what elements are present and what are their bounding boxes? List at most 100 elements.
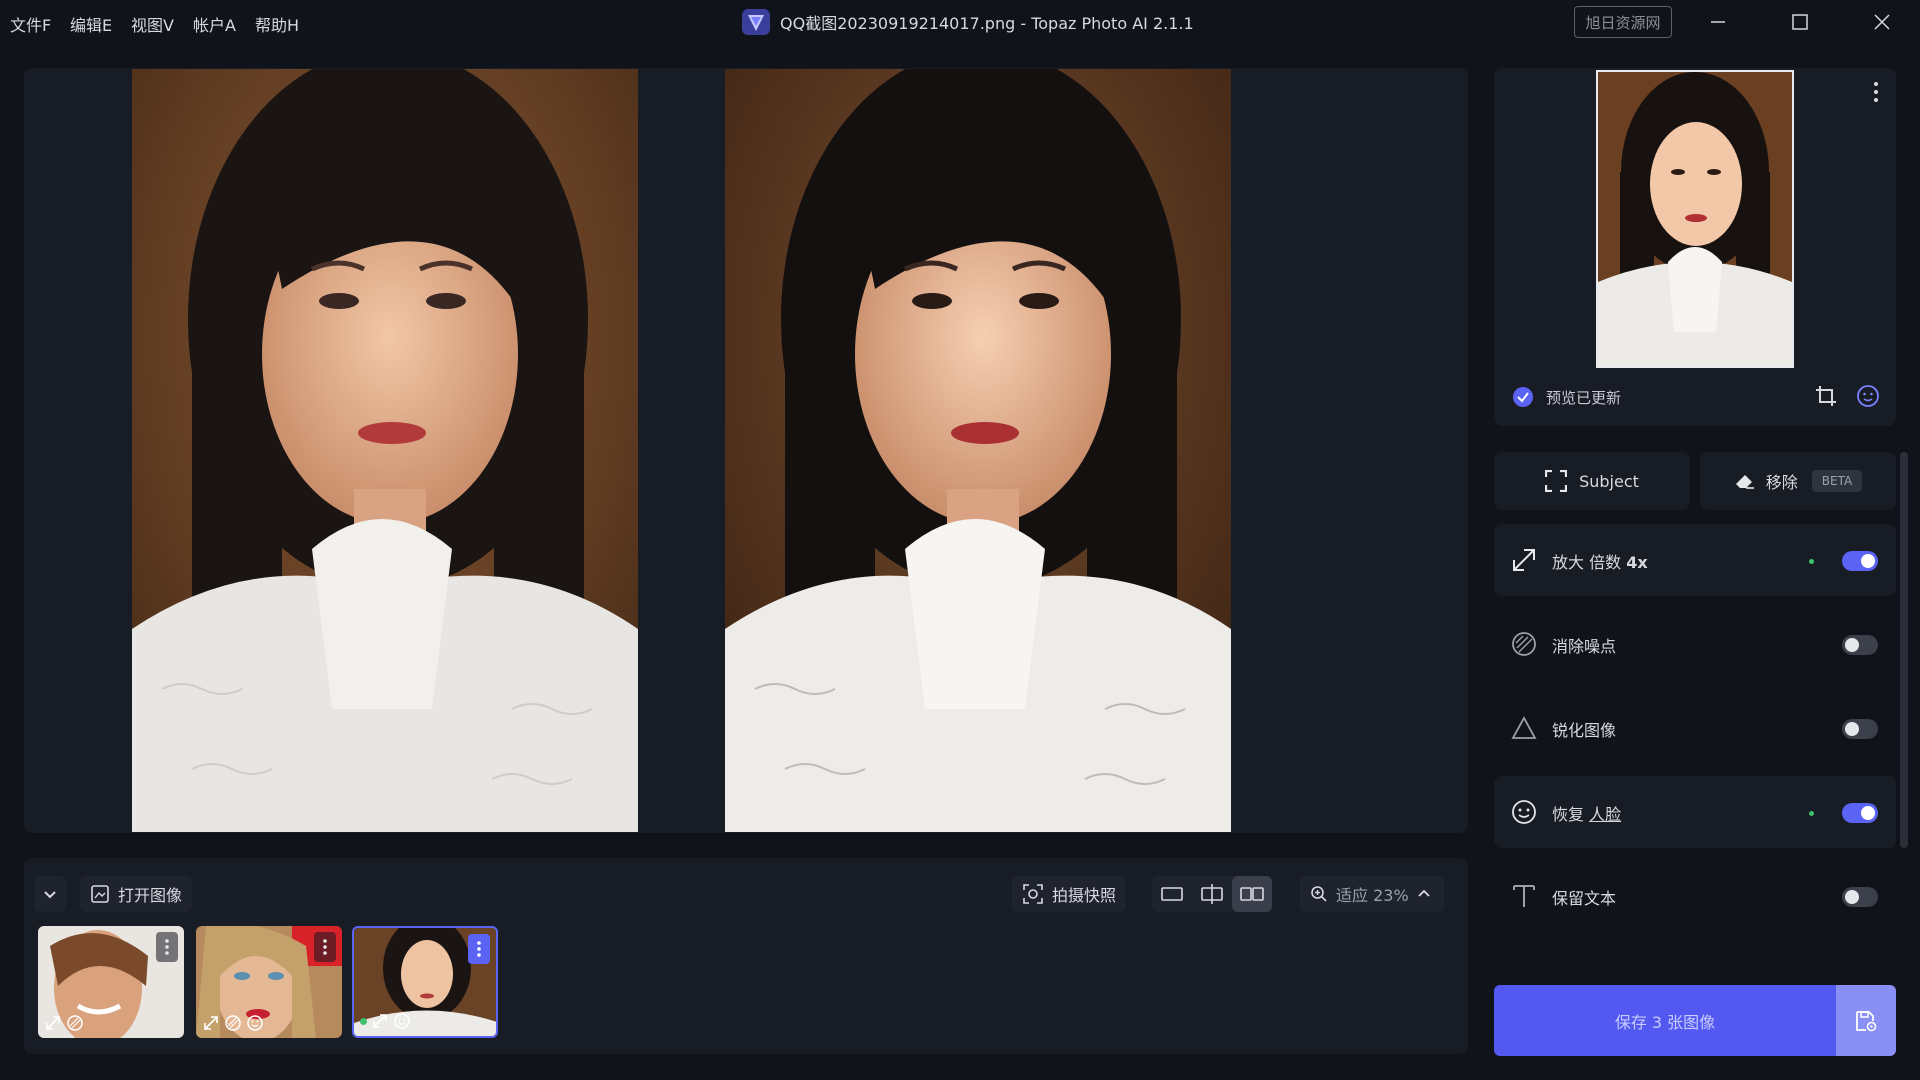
subject-label: Subject: [1579, 471, 1639, 491]
sharpen-label: 锐化图像: [1552, 721, 1617, 740]
single-view-button[interactable]: [1152, 876, 1192, 912]
minimize-icon: [1711, 21, 1725, 23]
navigator-thumbnail[interactable]: [1596, 70, 1794, 368]
face-icon: [1857, 385, 1879, 407]
more-vertical-icon: [323, 939, 327, 955]
active-dot: [360, 1017, 367, 1025]
maximize-button[interactable]: [1770, 4, 1830, 40]
title-bar: 文件F 编辑E 视图V 帐户A 帮助H QQ截图20230919214017.p…: [0, 0, 1920, 44]
denoise-icon: [225, 1015, 241, 1031]
crop-button[interactable]: [1814, 384, 1838, 412]
save-options-button[interactable]: [1836, 985, 1896, 1056]
filmstrip-bar: 打开图像 拍摄快照 适应 23%: [24, 858, 1468, 1054]
preview-status: 预览已更新: [1512, 386, 1621, 408]
more-vertical-icon: [165, 939, 169, 955]
navigator-panel: 预览已更新: [1494, 68, 1896, 426]
thumbnail-2[interactable]: [196, 926, 342, 1038]
navigator-image: [1598, 72, 1792, 366]
view-mode-group: [1152, 876, 1272, 912]
topaz-logo-icon: [742, 9, 770, 35]
face-icon: [247, 1015, 263, 1031]
split-view-button[interactable]: [1192, 876, 1232, 912]
denoise-icon: [67, 1015, 83, 1031]
split-view-icon: [1201, 884, 1223, 904]
collapse-filmstrip-button[interactable]: [34, 876, 66, 912]
menu-account[interactable]: 帐户A: [193, 12, 236, 36]
text-icon: [1513, 885, 1535, 907]
portrait-enhanced-graphic: [725, 69, 1231, 832]
enhanced-image[interactable]: [725, 69, 1231, 832]
upscale-label: 放大 倍数 4x: [1552, 549, 1648, 573]
navigator-menu-button[interactable]: [1866, 80, 1886, 110]
chevron-up-icon: [1418, 889, 1430, 897]
sharpen-toggle[interactable]: [1842, 719, 1878, 739]
face-recovery-link[interactable]: 人脸: [1589, 805, 1621, 824]
menu-help[interactable]: 帮助H: [255, 12, 299, 36]
preview-status-label: 预览已更新: [1546, 388, 1622, 407]
zoom-label: 适应 23%: [1336, 886, 1409, 905]
snapshot-button[interactable]: 拍摄快照: [1012, 876, 1127, 912]
beta-badge: BETA: [1811, 470, 1863, 492]
denoise-row[interactable]: 消除噪点: [1494, 608, 1896, 680]
remove-button[interactable]: 移除 BETA: [1700, 452, 1896, 510]
original-image[interactable]: [132, 69, 638, 832]
upscale-toggle[interactable]: [1842, 551, 1878, 571]
face-recovery-label-text: 恢复: [1552, 805, 1585, 824]
watermark-badge: 旭日资源网: [1574, 6, 1672, 38]
check-circle-icon: [1513, 387, 1533, 407]
thumbnail-status-icons: [354, 1006, 496, 1036]
side-by-side-icon: [1240, 887, 1264, 901]
sharpen-row[interactable]: 锐化图像: [1494, 692, 1896, 764]
thumbnail-menu-button[interactable]: [314, 932, 336, 962]
more-vertical-icon: [477, 941, 481, 957]
window-title: QQ截图20230919214017.png - Topaz Photo AI …: [780, 14, 1194, 33]
upscale-label-text: 放大 倍数: [1552, 553, 1622, 572]
more-vertical-icon: [1874, 82, 1878, 102]
thumbnail-1[interactable]: [38, 926, 184, 1038]
save-images-button[interactable]: 保存 3 张图像: [1494, 985, 1836, 1056]
thumbnail-menu-button[interactable]: [156, 932, 178, 962]
preserve-text-label: 保留文本: [1552, 889, 1617, 908]
remove-label: 移除: [1765, 473, 1798, 492]
zoom-control[interactable]: 适应 23%: [1300, 876, 1444, 912]
save-settings-icon: [1856, 1010, 1877, 1031]
face-icon: [1512, 800, 1536, 824]
menu-file[interactable]: 文件F: [10, 12, 51, 36]
subject-button[interactable]: Subject: [1494, 452, 1690, 510]
minimize-button[interactable]: [1688, 4, 1748, 40]
face-recovery-toggle[interactable]: [1842, 803, 1878, 823]
preserve-text-row[interactable]: 保留文本: [1494, 860, 1896, 932]
denoise-label: 消除噪点: [1552, 637, 1617, 656]
menu-view[interactable]: 视图V: [131, 12, 174, 36]
menu-edit[interactable]: 编辑E: [70, 12, 112, 36]
upscale-factor: 4x: [1626, 553, 1648, 572]
upscale-icon: [373, 1014, 387, 1028]
camera-frame-icon: [1023, 884, 1043, 904]
settings-scrollbar[interactable]: [1900, 452, 1908, 848]
denoise-icon: [1512, 632, 1536, 656]
upscale-card[interactable]: 放大 倍数 4x: [1494, 524, 1896, 596]
thumbnail-3-selected[interactable]: [352, 926, 498, 1038]
portrait-original-graphic: [132, 69, 638, 832]
maximize-icon: [1792, 14, 1808, 30]
thumbnail-menu-button[interactable]: [468, 934, 490, 964]
side-by-side-view-button[interactable]: [1232, 876, 1272, 912]
upscale-active-dot: [1809, 559, 1814, 564]
save-label: 保存 3 张图像: [1614, 1012, 1716, 1032]
upscale-icon: [46, 1016, 60, 1030]
open-image-button[interactable]: 打开图像: [80, 876, 193, 912]
upscale-icon: [204, 1016, 218, 1030]
face-recovery-active-dot: [1809, 811, 1814, 816]
denoise-toggle[interactable]: [1842, 635, 1878, 655]
window-title-area: QQ截图20230919214017.png - Topaz Photo AI …: [742, 9, 1194, 35]
close-button[interactable]: [1852, 4, 1912, 40]
subject-select-icon: [1545, 470, 1568, 492]
upscale-icon: [1513, 549, 1535, 571]
face-recovery-card[interactable]: 恢复 人脸: [1494, 776, 1896, 848]
crop-icon: [1816, 386, 1836, 406]
image-preview-area[interactable]: [24, 68, 1468, 833]
zoom-icon: [1311, 886, 1327, 902]
face-icon: [394, 1013, 410, 1029]
preserve-text-toggle[interactable]: [1842, 887, 1878, 907]
face-detect-button[interactable]: [1856, 384, 1880, 412]
